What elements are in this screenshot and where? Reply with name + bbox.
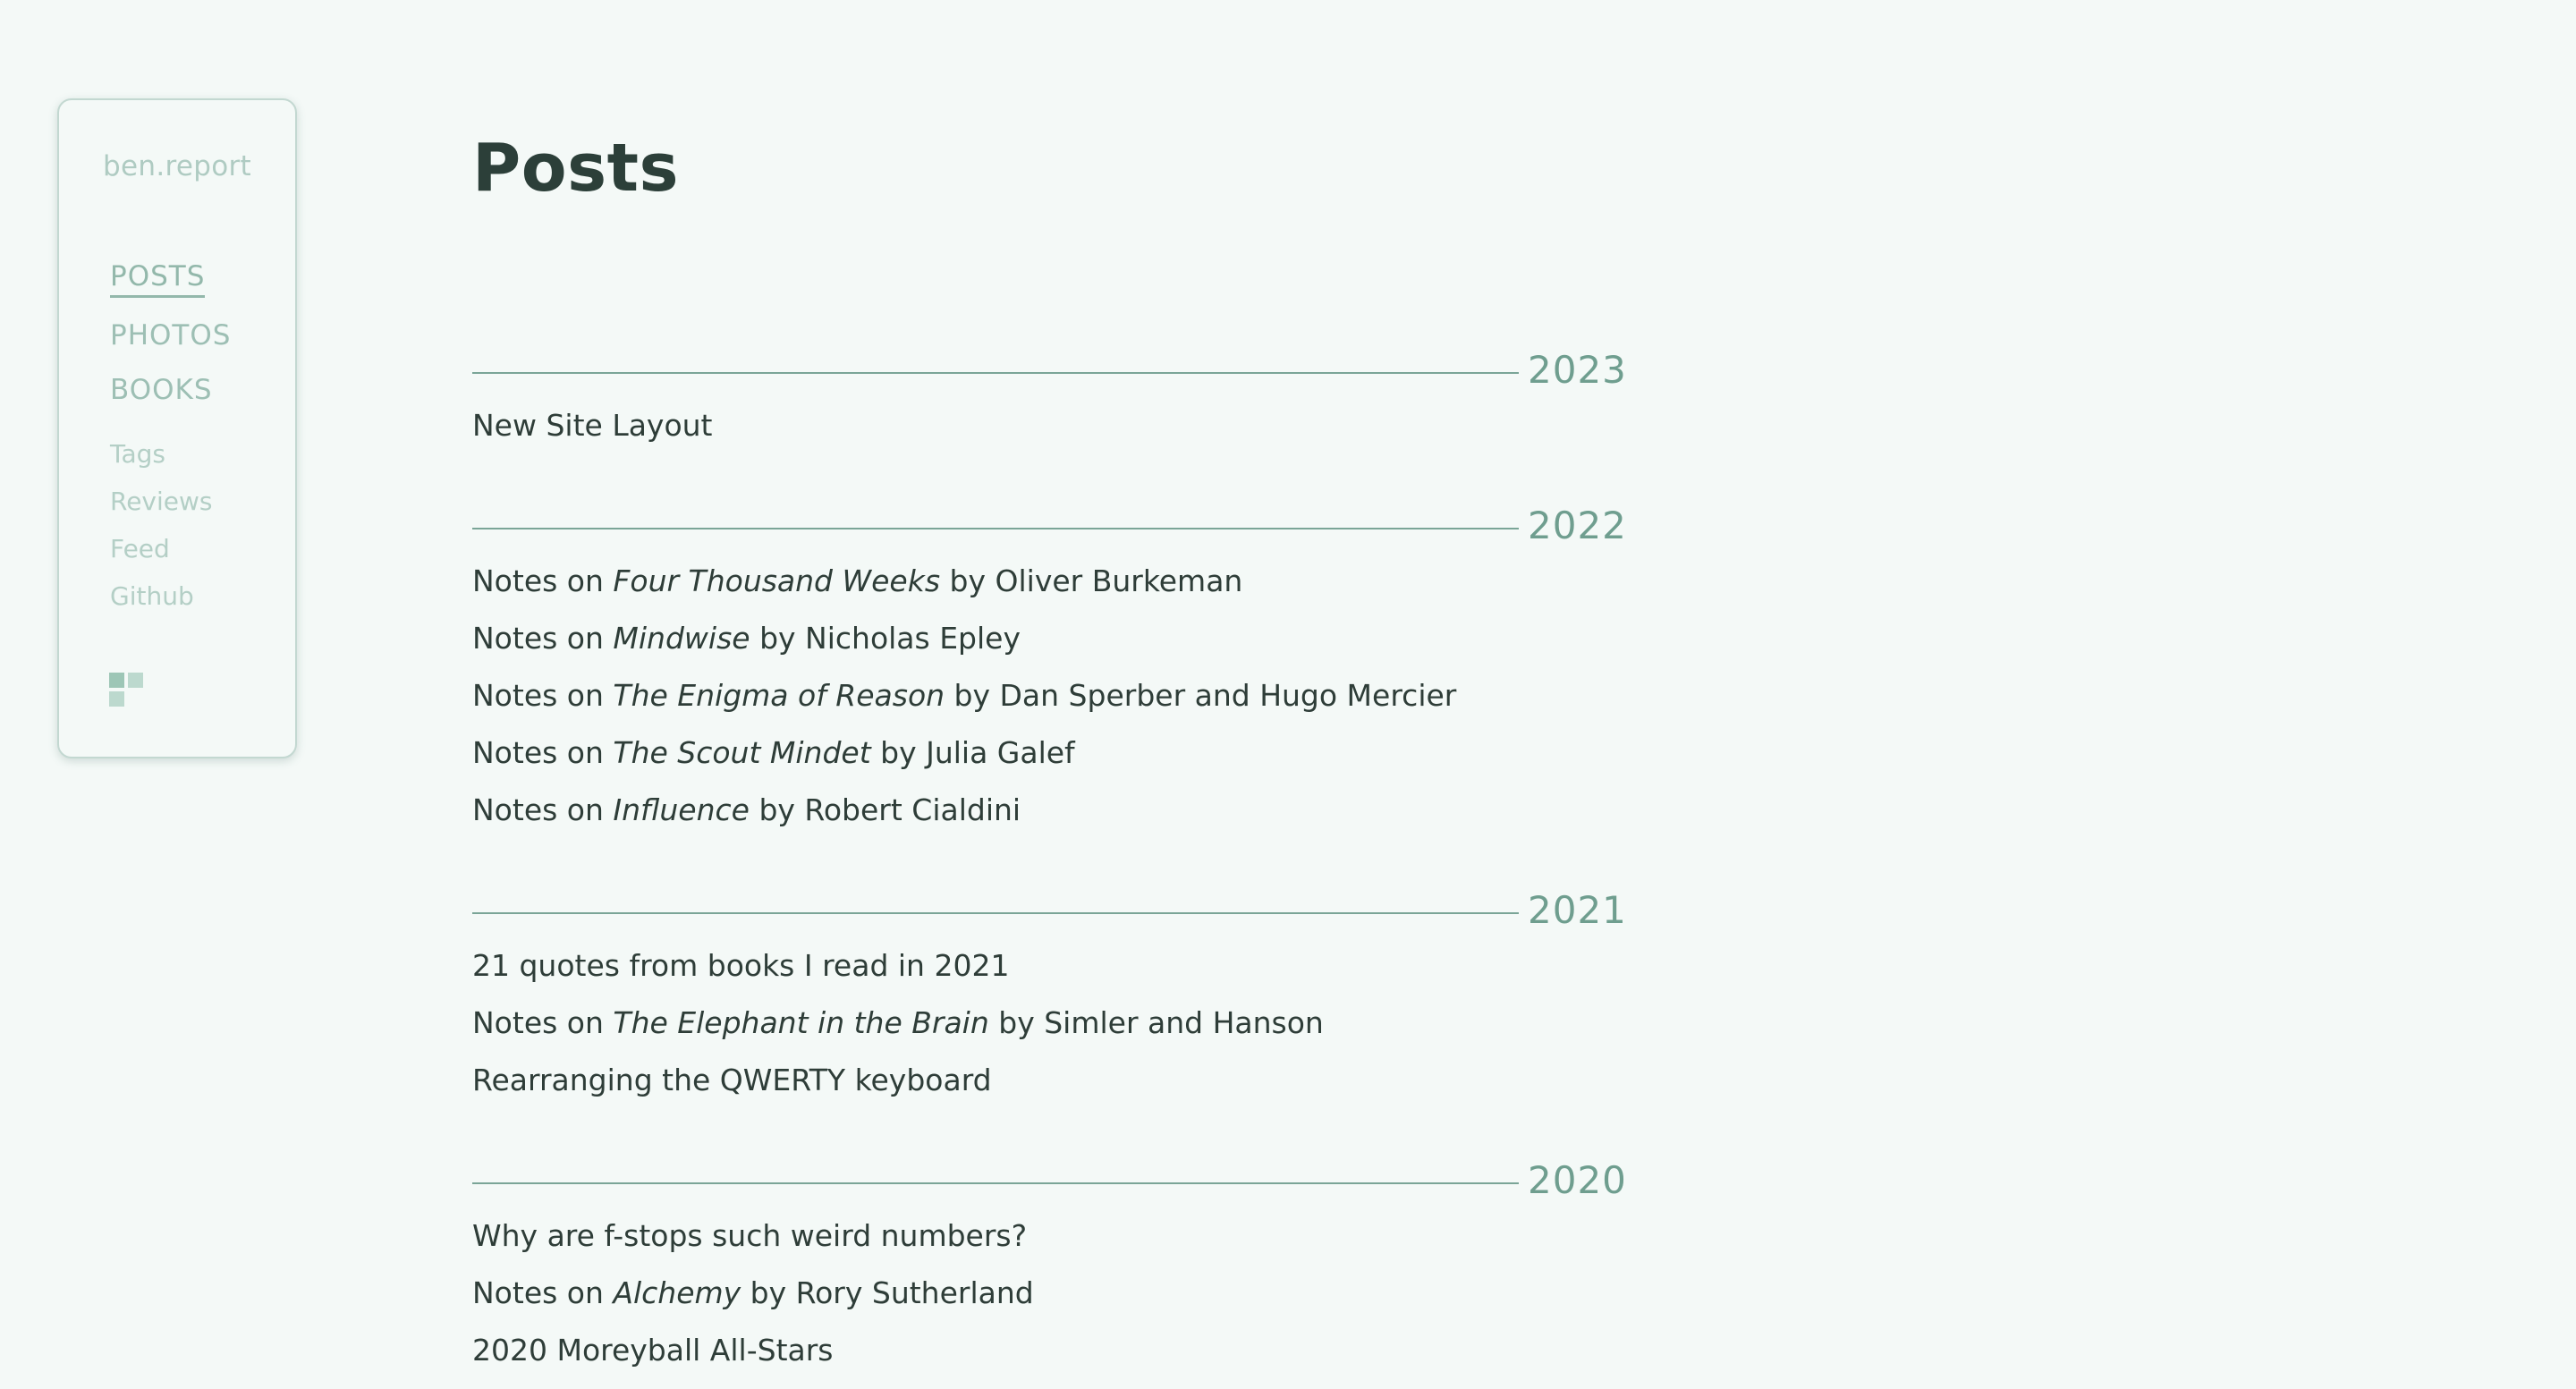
year-section-2021: 2021 21 quotes from books I read in 2021… [472,884,1626,1109]
year-divider [472,912,1519,914]
nav-books[interactable]: BOOKS [110,371,231,426]
post-link[interactable]: Notes on Influence by Robert Cialdini [472,782,1626,839]
post-link[interactable]: Notes on Four Thousand Weeks by Oliver B… [472,553,1626,610]
post-link[interactable]: Notes on Alchemy by Rory Sutherland [472,1265,1626,1322]
year-label: 2023 [1528,348,1627,392]
post-list: Notes on Four Thousand Weeks by Oliver B… [472,553,1626,839]
year-divider [472,1182,1519,1184]
year-header: 2022 [472,499,1626,553]
post-link[interactable]: Notes on The Enigma of Reason by Dan Spe… [472,667,1626,724]
primary-nav: POSTS PHOTOS BOOKS [110,259,231,426]
site-logo-icon [109,673,143,707]
year-header: 2023 [472,343,1626,397]
post-link[interactable]: 21 quotes from books I read in 2021 [472,937,1626,995]
post-link[interactable]: New Site Layout [472,397,1626,454]
post-list: 21 quotes from books I read in 2021 Note… [472,937,1626,1109]
post-link[interactable]: Notes on The Scout Mindet by Julia Galef [472,724,1626,782]
sidebar: ben.report POSTS PHOTOS BOOKS Tags Revie… [57,98,297,758]
post-link[interactable]: Rearranging the QWERTY keyboard [472,1052,1626,1109]
site-brand[interactable]: ben.report [59,150,295,182]
post-list: New Site Layout [472,397,1626,454]
year-divider [472,528,1519,529]
secondary-nav: Tags Reviews Feed Github [110,436,213,626]
post-link[interactable]: 2020 Moreyball All-Stars [472,1322,1626,1379]
page-title: Posts [472,130,680,207]
nav-github[interactable]: Github [110,579,213,626]
nav-photos[interactable]: PHOTOS [110,317,231,371]
year-section-2022: 2022 Notes on Four Thousand Weeks by Oli… [472,499,1626,839]
year-section-2023: 2023 New Site Layout [472,343,1626,454]
year-section-2020: 2020 Why are f-stops such weird numbers?… [472,1154,1626,1379]
nav-posts[interactable]: POSTS [110,259,206,298]
year-label: 2022 [1528,504,1627,547]
post-link[interactable]: Notes on The Elephant in the Brain by Si… [472,995,1626,1052]
year-header: 2020 [472,1154,1626,1207]
year-label: 2020 [1528,1158,1627,1202]
year-divider [472,372,1519,374]
post-link[interactable]: Notes on Mindwise by Nicholas Epley [472,610,1626,667]
post-link[interactable]: Why are f-stops such weird numbers? [472,1207,1626,1265]
year-header: 2021 [472,884,1626,937]
nav-reviews[interactable]: Reviews [110,484,213,531]
nav-tags[interactable]: Tags [110,436,213,484]
year-label: 2021 [1528,888,1627,932]
post-list: Why are f-stops such weird numbers? Note… [472,1207,1626,1379]
nav-feed[interactable]: Feed [110,531,213,579]
